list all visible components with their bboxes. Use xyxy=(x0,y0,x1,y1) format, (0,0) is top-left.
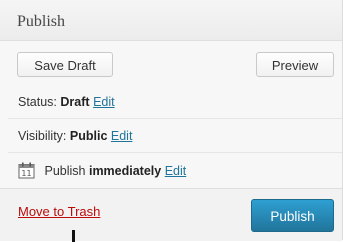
schedule-row: 11 Publish immediately Edit xyxy=(18,162,186,179)
schedule-edit-link[interactable]: Edit xyxy=(165,164,187,178)
status-edit-link[interactable]: Edit xyxy=(93,95,115,109)
move-to-trash-link[interactable]: Move to Trash xyxy=(18,204,100,219)
schedule-value: immediately xyxy=(88,164,162,178)
publish-box-header[interactable]: Publish xyxy=(0,0,342,41)
publish-box: Publish Save Draft Preview Status: Draft… xyxy=(0,0,343,242)
visibility-edit-link[interactable]: Edit xyxy=(111,129,133,143)
svg-text:11: 11 xyxy=(21,169,31,178)
divider xyxy=(8,152,342,153)
publish-button[interactable]: Publish xyxy=(251,199,334,232)
visibility-label: Visibility: xyxy=(18,129,67,143)
preview-button[interactable]: Preview xyxy=(256,52,334,77)
calendar-icon: 11 xyxy=(18,162,35,179)
status-label: Status: xyxy=(18,95,57,109)
text-cursor xyxy=(72,230,75,242)
save-draft-button[interactable]: Save Draft xyxy=(17,52,113,77)
status-value: Draft xyxy=(60,95,90,109)
visibility-value: Public xyxy=(69,129,108,143)
publish-box-title: Publish xyxy=(17,13,66,30)
status-row: Status: Draft Edit xyxy=(18,95,115,109)
schedule-label: Publish xyxy=(44,164,86,178)
divider xyxy=(8,118,342,119)
visibility-row: Visibility: Public Edit xyxy=(18,129,132,143)
